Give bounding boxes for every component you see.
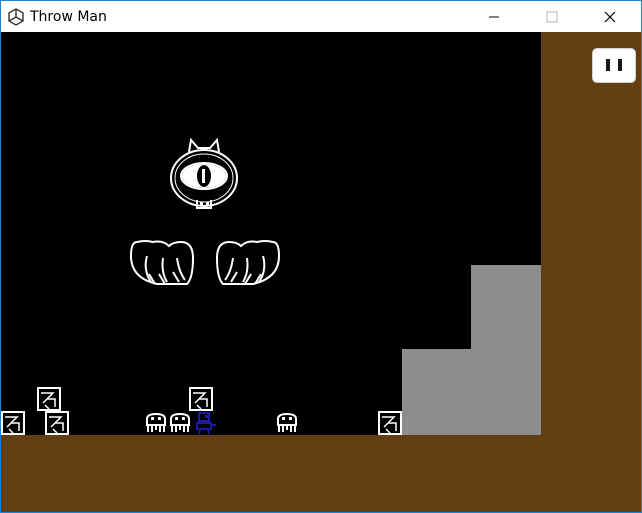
pause-icon [606,59,610,71]
close-icon [604,11,616,22]
small-enemy[interactable] [275,411,299,435]
boss-right-claw [215,240,281,285]
close-button[interactable] [587,1,633,32]
ground-dirt [1,435,641,512]
unity-icon [8,8,24,26]
crate[interactable] [45,411,69,435]
right-dirt-wall [541,32,641,435]
game-viewport[interactable] [1,32,641,512]
app-window: Throw Man [0,0,642,513]
pause-button[interactable] [593,49,635,82]
crate[interactable] [1,411,25,435]
minimize-icon [489,16,499,17]
boss-left-claw [129,240,195,285]
stone-step-high [471,265,541,349]
crate[interactable] [378,411,402,435]
small-enemy[interactable] [168,411,192,435]
window-title: Throw Man [30,9,107,25]
crate[interactable] [37,387,61,411]
maximize-button[interactable] [529,1,575,32]
player-character[interactable] [193,411,217,435]
crate[interactable] [189,387,213,411]
pause-icon-bar [618,59,622,71]
small-enemy[interactable] [144,411,168,435]
boss-eye-head [170,138,238,209]
stone-step-low [402,349,541,435]
maximize-icon [546,11,558,22]
title-bar[interactable]: Throw Man [1,1,641,32]
minimize-button[interactable] [471,1,517,32]
